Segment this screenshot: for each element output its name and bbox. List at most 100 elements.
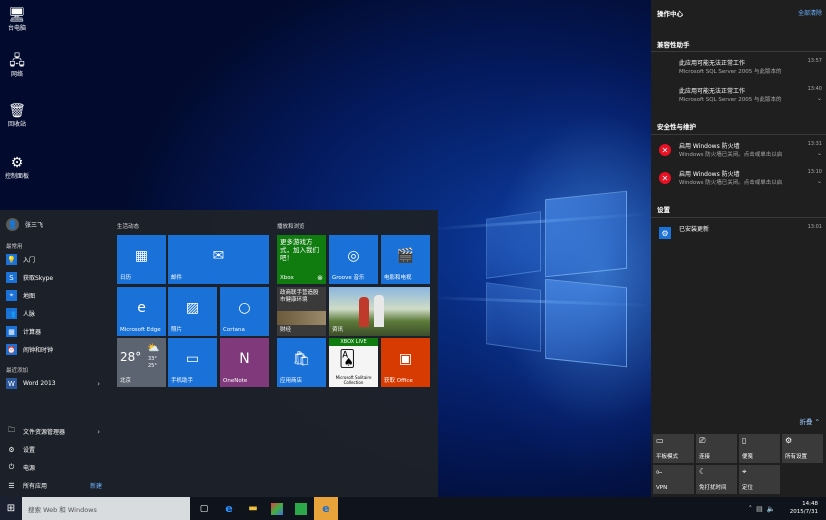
taskbar-edge[interactable]: e	[218, 497, 240, 520]
task-view-button[interactable]: ▢	[194, 497, 214, 520]
tile-movies[interactable]: 🎬 电影和电视	[381, 235, 430, 284]
app-label: 设置	[23, 447, 36, 454]
notification-time: 13:57	[807, 58, 822, 64]
start-power[interactable]: ⏻ 电源	[6, 462, 106, 473]
office-icon: ▣	[398, 350, 413, 367]
tile-solitaire[interactable]: XBOX LIVE 🂡 Microsoft Solitaire Collecti…	[329, 338, 378, 387]
quick-action-connect[interactable]: ⎚ 连接	[696, 434, 737, 463]
quick-action-note[interactable]: ▯ 便笺	[739, 434, 780, 463]
start-settings[interactable]: ⚙ 设置	[6, 444, 106, 455]
tile-label: 获取 Office	[384, 378, 413, 384]
tile-phone-companion[interactable]: ▭ 手机助手	[168, 338, 217, 387]
start-button[interactable]: ⊞	[0, 497, 22, 520]
tile-label: 电影和电视	[384, 275, 412, 281]
notification-title: 此应用可能无法正常工作	[679, 60, 746, 67]
taskbar: ⊞ 搜索 Web 和 Windows ▢ e ▬ e ˄ ▤ 🔈 14:48 2…	[0, 497, 826, 520]
error-x-icon: ✕	[659, 144, 671, 156]
start-app-alarms[interactable]: ⏰ 闹钟和时钟	[6, 344, 106, 355]
tile-onenote[interactable]: N OneNote	[220, 338, 269, 387]
tile-label: OneNote	[223, 378, 248, 384]
desktop-icon-label: 台电脑	[7, 25, 26, 32]
app-label: 文件资源管理器	[23, 429, 66, 436]
start-app-word[interactable]: W Word 2013 ›	[6, 378, 106, 389]
quick-action-location[interactable]: ⌖ 定位	[739, 465, 780, 494]
desktop-icon-recycle-bin[interactable]: 🗑 回收站	[2, 102, 32, 129]
notification-time: 13:31	[807, 141, 822, 147]
quick-action-quiet-hours[interactable]: ☾ 免打扰时间	[696, 465, 737, 494]
most-used-label: 最常用	[6, 244, 23, 250]
app-icon	[271, 502, 283, 515]
tile-label: 手机助手	[171, 378, 194, 384]
weather-low: 25°	[148, 363, 157, 369]
tile-label: 财经	[280, 327, 292, 333]
chevron-right-icon[interactable]: ›	[97, 428, 100, 436]
new-badge: 新建	[90, 483, 103, 490]
start-app-people[interactable]: 👥 人脉	[6, 308, 106, 319]
desktop-icon-network[interactable]: 🖧 网络	[2, 52, 32, 79]
tile-groove[interactable]: ◎ Groove 音乐	[329, 235, 378, 284]
finance-headline: 政商联手营造股市健康环境	[280, 290, 319, 303]
taskbar-app[interactable]	[290, 497, 312, 520]
quick-action-tablet-mode[interactable]: ▭ 平板模式	[653, 434, 694, 463]
connect-icon: ⎚	[699, 436, 706, 445]
clock[interactable]: 14:48 2015/7/31	[790, 500, 818, 516]
tile-label: Groove 音乐	[332, 275, 365, 281]
location-icon: ⌖	[742, 467, 747, 476]
notification-item[interactable]: 此应用可能无法正常工作 Microsoft SQL Server 2005 与此…	[651, 56, 826, 82]
user-account[interactable]: 👤 张三飞	[6, 218, 43, 231]
tile-get-office[interactable]: ▣ 获取 Office	[381, 338, 430, 387]
action-center-title: 操作中心	[657, 10, 683, 18]
search-box[interactable]: 搜索 Web 和 Windows	[22, 497, 190, 520]
app-label: 获取Skype	[23, 275, 54, 282]
chevron-right-icon[interactable]: ›	[97, 380, 100, 388]
system-tray[interactable]: ˄ ▤ 🔈	[738, 497, 786, 520]
tile-xbox[interactable]: 更多游戏方式，加入我们吧！ Xbox ⊗	[277, 235, 326, 284]
start-menu: 👤 张三飞 最常用 💡 入门 S 获取Skype ⌖ 地图 👥 人脉 ▦ 计算器…	[0, 210, 438, 497]
people-icon: 👥	[6, 308, 17, 319]
tile-finance[interactable]: 政商联手营造股市健康环境 财经	[277, 287, 326, 336]
user-name: 张三飞	[25, 222, 44, 229]
mail-icon: ✉	[212, 247, 225, 264]
tile-store[interactable]: 🛍 应用商店	[277, 338, 326, 387]
notification-item[interactable]: 此应用可能无法正常工作 Microsoft SQL Server 2005 与此…	[651, 84, 826, 110]
desktop-icon-control-panel[interactable]: ⚙ 控制面板	[2, 154, 32, 181]
start-app-get-started[interactable]: 💡 入门	[6, 254, 106, 265]
desktop-icon-label: 控制面板	[4, 173, 29, 180]
lightbulb-icon: 💡	[6, 254, 17, 265]
chevron-down-icon[interactable]: ⌄	[817, 150, 822, 157]
start-all-apps[interactable]: ☰ 所有应用 新建	[6, 480, 106, 491]
clear-all-link[interactable]: 全部清除	[798, 8, 822, 17]
chevron-down-icon[interactable]: ⌄	[817, 178, 822, 185]
taskbar-ie[interactable]: e	[314, 497, 338, 520]
quick-action-vpn[interactable]: ⟜ VPN	[653, 465, 694, 494]
recently-added-label: 最近添加	[6, 368, 29, 374]
taskbar-file-explorer[interactable]: ▬	[242, 497, 264, 520]
tile-calendar[interactable]: ▦ 日历	[117, 235, 166, 284]
notification-group-compat: 兼容性助手	[657, 41, 690, 49]
desktop-icon-computer[interactable]: 🖥 台电脑	[2, 6, 32, 33]
quick-action-label: 便笺	[742, 454, 754, 460]
notification-item[interactable]: ✕ 启用 Windows 防火墙 Windows 防火墙已关闭。点击或单击以启 …	[651, 139, 826, 165]
notification-body: Microsoft SQL Server 2005 与此版本的	[679, 69, 782, 75]
all-apps-icon: ☰	[8, 481, 15, 490]
collapse-button[interactable]: 折叠 ⌃	[799, 416, 820, 426]
tile-photos[interactable]: ▨ 照片	[168, 287, 217, 336]
tile-news[interactable]: 资讯	[329, 287, 430, 336]
volume-icon: 🔈	[766, 504, 776, 513]
tile-label: Microsoft Edge	[120, 327, 161, 333]
taskbar-app[interactable]	[266, 497, 288, 520]
tile-mail[interactable]: ✉ 邮件	[168, 235, 269, 284]
tile-weather[interactable]: 28° ⛅ 33° 25° 北京	[117, 338, 166, 387]
notification-item[interactable]: ✕ 启用 Windows 防火墙 Windows 防火墙已关闭。点击或单击以启 …	[651, 167, 826, 193]
tile-cortana[interactable]: ○ Cortana	[220, 287, 269, 336]
start-app-skype[interactable]: S 获取Skype	[6, 272, 106, 283]
quick-action-all-settings[interactable]: ⚙ 所有设置	[782, 434, 823, 463]
start-file-explorer[interactable]: 🗀 文件资源管理器 ›	[6, 426, 106, 437]
start-app-maps[interactable]: ⌖ 地图	[6, 290, 106, 301]
notification-item[interactable]: ⚙ 已安装更新 13:01	[651, 222, 826, 248]
quick-action-label: 定位	[742, 485, 754, 491]
network-icon: 🖧	[9, 53, 25, 69]
tile-edge[interactable]: e Microsoft Edge	[117, 287, 166, 336]
chevron-down-icon[interactable]: ⌄	[817, 95, 822, 102]
start-app-calculator[interactable]: ▦ 计算器	[6, 326, 106, 337]
